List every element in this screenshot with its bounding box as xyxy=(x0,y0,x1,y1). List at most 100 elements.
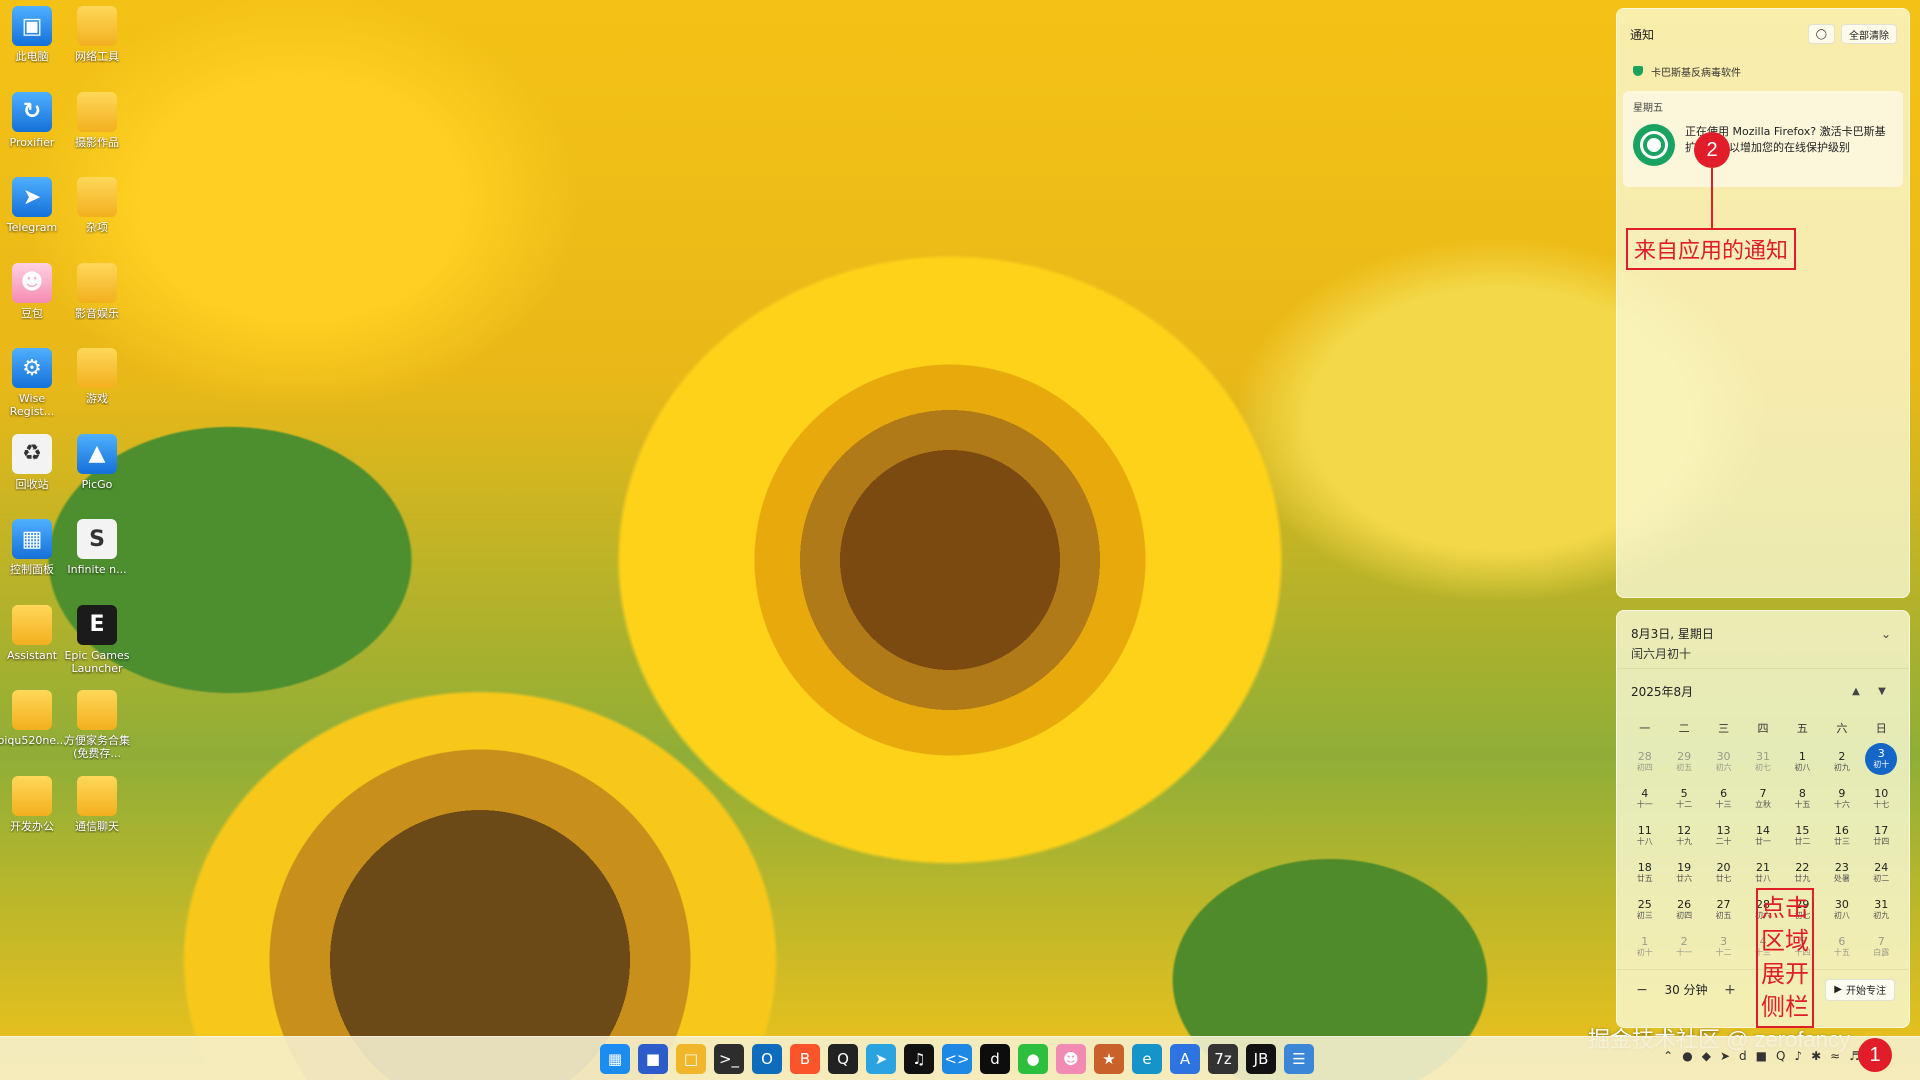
calendar-day[interactable]: 13 二十 xyxy=(1704,817,1743,854)
desktop-icon[interactable]: ▲ PicGo xyxy=(65,433,129,514)
calendar-day[interactable]: 31 初九 xyxy=(1862,891,1901,928)
telegram-icon[interactable]: ➤ xyxy=(866,1044,896,1074)
desktop-icon[interactable]: E Epic Games Launcher xyxy=(64,604,130,685)
douyin-icon[interactable]: d xyxy=(980,1044,1010,1074)
calendar-day[interactable]: 11 十八 xyxy=(1625,817,1664,854)
desktop-icon[interactable]: ▣ 此电脑 xyxy=(0,6,64,86)
calendar-month[interactable]: 2025年8月 xyxy=(1631,683,1843,700)
brave-icon[interactable]: B xyxy=(790,1044,820,1074)
collapse-chevron-icon[interactable]: ⌄ xyxy=(1877,625,1895,643)
firefox-icon[interactable]: ● xyxy=(1682,1049,1692,1063)
bluetooth-icon[interactable]: ✱ xyxy=(1811,1049,1821,1063)
decrease-focus-button[interactable]: − xyxy=(1631,982,1653,998)
desktop-icon[interactable]: ♻ 回收站 xyxy=(0,433,64,514)
calendar-day[interactable]: 2 十一 xyxy=(1664,928,1703,965)
edge-icon[interactable]: e xyxy=(1132,1044,1162,1074)
calendar-day[interactable]: 30 初八 xyxy=(1822,891,1861,928)
outlook-icon[interactable]: O xyxy=(752,1044,782,1074)
wifi-icon[interactable]: ≈ xyxy=(1830,1049,1840,1063)
calendar-day[interactable]: 20 廿七 xyxy=(1704,854,1743,891)
calendar-day[interactable]: 27 初五 xyxy=(1704,891,1743,928)
desktop-icon[interactable]: ↻ Proxifier xyxy=(0,91,64,172)
do-not-disturb-button[interactable]: ◯ xyxy=(1807,24,1835,44)
desktop-icon[interactable]: ▦ 控制面板 xyxy=(0,519,64,599)
calendar-day[interactable]: 1 初十 xyxy=(1625,928,1664,965)
speaker-mute-icon[interactable]: ♪ xyxy=(1794,1049,1802,1063)
previous-month-icon[interactable]: ▲ xyxy=(1843,686,1869,697)
calendar-day[interactable]: 28 初四 xyxy=(1625,743,1664,780)
calendar-day[interactable]: 12 十九 xyxy=(1664,817,1703,854)
calendar-day[interactable]: 3 十二 xyxy=(1704,928,1743,965)
qq-icon[interactable]: Q xyxy=(1776,1049,1785,1063)
current-date: 8月3日, 星期日 xyxy=(1631,627,1714,641)
desktop-icon[interactable]: 影音娱乐 xyxy=(65,262,129,343)
calendar-day[interactable]: 19 廿六 xyxy=(1664,854,1703,891)
next-month-icon[interactable]: ▼ xyxy=(1869,686,1895,697)
vscode-icon[interactable]: <> xyxy=(942,1044,972,1074)
calendar-day[interactable]: 16 廿三 xyxy=(1822,817,1861,854)
desktop-icon[interactable]: biqu520ne... xyxy=(0,690,67,770)
file-explorer-icon[interactable]: □ xyxy=(676,1044,706,1074)
calendar-day[interactable]: 17 廿四 xyxy=(1862,817,1901,854)
calendar-day[interactable]: 8 十五 xyxy=(1783,780,1822,817)
desktop-icon[interactable]: ⚙ Wise Regist... xyxy=(0,348,64,428)
wechat-icon[interactable]: ● xyxy=(1018,1044,1048,1074)
windows-start-icon[interactable]: ▦ xyxy=(600,1044,630,1074)
calendar-day[interactable]: 5 十二 xyxy=(1664,780,1703,817)
app-icon[interactable]: ■ xyxy=(1756,1049,1767,1063)
calendar-day[interactable]: 24 初二 xyxy=(1862,854,1901,891)
desktop-icon[interactable]: 开发办公 xyxy=(0,775,64,856)
annotation-notification-label: 来自应用的通知 xyxy=(1626,228,1797,270)
tiktok-icon[interactable]: ♫ xyxy=(904,1044,934,1074)
desktop-icon[interactable]: 网络工具 xyxy=(65,6,129,86)
start-focus-button[interactable]: ▶ 开始专注 xyxy=(1825,978,1895,1001)
calendar-day[interactable]: 14 廿一 xyxy=(1743,817,1782,854)
7zip-icon[interactable]: 7z xyxy=(1208,1044,1238,1074)
doubao-icon[interactable]: ☻ xyxy=(1056,1044,1086,1074)
calendar-day-today[interactable]: 3 初十 xyxy=(1865,743,1898,775)
telegram-icon[interactable]: ➤ xyxy=(1720,1049,1730,1063)
vpn-icon[interactable]: ◆ xyxy=(1702,1049,1711,1063)
calendar-day[interactable]: 10 十七 xyxy=(1862,780,1901,817)
calendar-day[interactable]: 2 初九 xyxy=(1822,743,1861,780)
calendar-day[interactable]: 30 初六 xyxy=(1704,743,1743,780)
calendar-day[interactable]: 7 立秋 xyxy=(1743,780,1782,817)
desktop-icon[interactable]: 游戏 xyxy=(65,348,129,428)
calendar-day[interactable]: 31 初七 xyxy=(1743,743,1782,780)
calendar-day[interactable]: 23 处暑 xyxy=(1822,854,1861,891)
store-icon[interactable]: ■ xyxy=(638,1044,668,1074)
terminal-icon[interactable]: >_ xyxy=(714,1044,744,1074)
calendar-day[interactable]: 1 初八 xyxy=(1783,743,1822,780)
fox-icon[interactable]: ★ xyxy=(1094,1044,1124,1074)
qq-icon[interactable]: Q xyxy=(828,1044,858,1074)
increase-focus-button[interactable]: + xyxy=(1719,982,1741,998)
calendar-day[interactable]: 26 初四 xyxy=(1664,891,1703,928)
chevron-up-icon[interactable]: ⌃ xyxy=(1663,1049,1673,1063)
desktop-icon[interactable]: S Infinite n... xyxy=(65,519,129,599)
calendar-day[interactable]: 29 初五 xyxy=(1664,743,1703,780)
desktop-icon[interactable]: 通信聊天 xyxy=(65,775,129,856)
calendar-day[interactable]: 18 廿五 xyxy=(1625,854,1664,891)
notification-app-group[interactable]: 卡巴斯基反病毒软件 xyxy=(1617,45,1909,83)
desktop-icon[interactable]: 方便家务合集 (免费存... xyxy=(64,690,130,770)
jetbrains-icon[interactable]: JB xyxy=(1246,1044,1276,1074)
calendar-day[interactable]: 21 廿八 xyxy=(1743,854,1782,891)
desktop-icon[interactable]: Assistant xyxy=(0,604,64,685)
desktop-icon[interactable]: ☻ 豆包 xyxy=(0,262,64,343)
clear-all-button[interactable]: 全部清除 xyxy=(1841,24,1897,44)
app-store-icon[interactable]: A xyxy=(1170,1044,1200,1074)
calendar-day[interactable]: 15 廿二 xyxy=(1783,817,1822,854)
calendar-day[interactable]: 22 廿九 xyxy=(1783,854,1822,891)
calendar-day[interactable]: 9 十六 xyxy=(1822,780,1861,817)
notification-card[interactable]: 星期五 正在使用 Mozilla Firefox? 激活卡巴斯基扩展程序以增加您… xyxy=(1623,91,1903,187)
calendar-day[interactable]: 7 白露 xyxy=(1862,928,1901,965)
calendar-day[interactable]: 4 十一 xyxy=(1625,780,1664,817)
calendar-day[interactable]: 25 初三 xyxy=(1625,891,1664,928)
desktop-icon[interactable]: 杂项 xyxy=(65,177,129,257)
desktop-icon[interactable]: 摄影作品 xyxy=(65,91,129,172)
calendar-day[interactable]: 6 十三 xyxy=(1704,780,1743,817)
calendar-day[interactable]: 6 十五 xyxy=(1822,928,1861,965)
douyin-icon[interactable]: d xyxy=(1739,1049,1747,1063)
notepad-icon[interactable]: ☰ xyxy=(1284,1044,1314,1074)
desktop-icon[interactable]: ➤ Telegram xyxy=(0,177,64,257)
